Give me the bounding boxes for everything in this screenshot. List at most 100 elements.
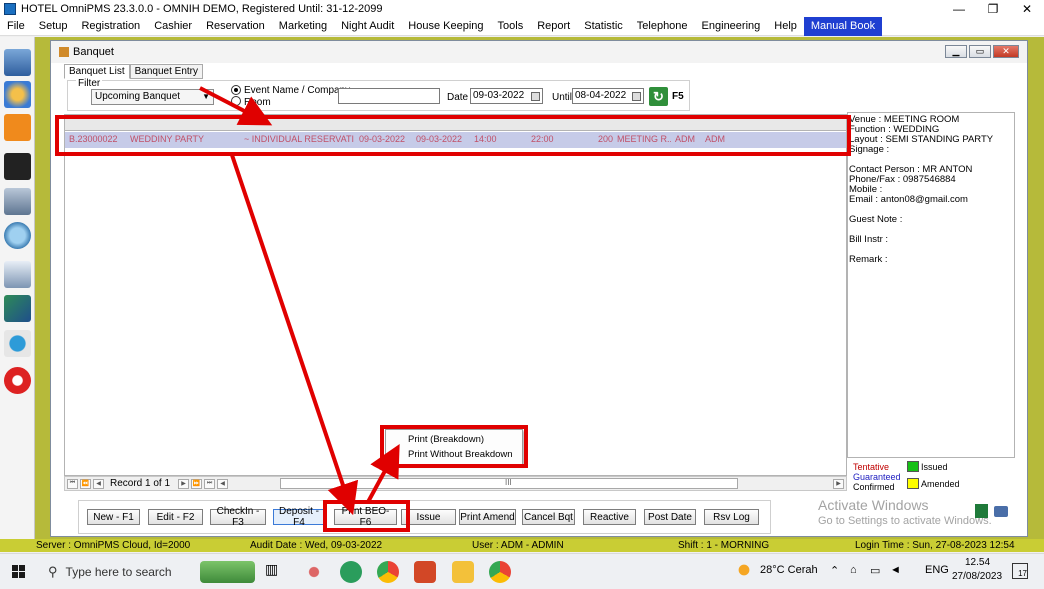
banquet-minimize-button[interactable]: ▁ xyxy=(945,45,967,58)
menu-help[interactable]: Help xyxy=(767,17,804,36)
status-server: Server : OmniPMS Cloud, Id=2000 xyxy=(36,540,191,551)
new-button[interactable]: New - F1 xyxy=(87,509,140,525)
menu-file[interactable]: File xyxy=(0,17,32,36)
task-view-icon[interactable]: ▥ xyxy=(265,561,287,583)
menu-manual-book[interactable]: Manual Book xyxy=(803,16,883,36)
banquet-close-button[interactable]: ✕ xyxy=(993,45,1019,58)
horizontal-scrollbar[interactable]: III xyxy=(280,478,738,489)
activate-windows-title: Activate Windows xyxy=(818,497,929,513)
powerpoint-icon[interactable] xyxy=(414,561,436,583)
menu-print-breakdown[interactable]: Print (Breakdown) xyxy=(408,434,484,445)
windows-start-icon[interactable] xyxy=(12,565,26,579)
banquet-restore-button[interactable]: ▭ xyxy=(969,45,991,58)
table-row[interactable]: B.23000022 WEDDINY PARTY ~ INDIVIDUAL RE… xyxy=(65,132,846,148)
app-omni-icon[interactable] xyxy=(340,561,362,583)
scroll-left-icon[interactable]: ◀ xyxy=(217,478,229,489)
banquet-grid[interactable]: B.23000022 WEDDINY PARTY ~ INDIVIDUAL RE… xyxy=(64,114,847,476)
prev-page-icon[interactable]: ⏪ xyxy=(80,478,91,489)
menu-house-keeping[interactable]: House Keeping xyxy=(401,17,490,36)
until-value: 08-04-2022 xyxy=(575,90,627,101)
next-page-icon[interactable]: ⏩ xyxy=(191,478,203,489)
guests-icon[interactable] xyxy=(4,81,31,108)
excel-icon[interactable] xyxy=(975,504,988,518)
tray-time[interactable]: 12.54 xyxy=(965,557,990,568)
menu-engineering[interactable]: Engineering xyxy=(695,17,768,36)
tray-language[interactable]: ENG xyxy=(925,564,949,576)
checkin-button[interactable]: CheckIn - F3 xyxy=(210,506,266,528)
last-record-icon[interactable]: ⏭ xyxy=(204,478,216,489)
file-explorer-icon[interactable] xyxy=(452,561,474,583)
app-icon xyxy=(4,2,16,15)
chrome-icon[interactable] xyxy=(489,561,511,583)
status-shift: Shift : 1 - MORNING xyxy=(678,540,770,551)
cart-icon[interactable] xyxy=(4,261,31,288)
menu-cashier[interactable]: Cashier xyxy=(147,17,199,36)
tray-battery-icon[interactable]: ▭ xyxy=(870,564,880,577)
menu-registration[interactable]: Registration xyxy=(74,17,147,36)
cancel-banquet-button[interactable]: Cancel Bqt xyxy=(522,509,575,525)
tray-date[interactable]: 27/08/2023 xyxy=(952,571,1002,582)
report-icon[interactable] xyxy=(4,295,31,322)
menu-marketing[interactable]: Marketing xyxy=(272,17,334,36)
refresh-icon: ↻ xyxy=(653,88,664,104)
first-record-icon[interactable]: ⏮ xyxy=(67,478,78,489)
export-icon[interactable] xyxy=(994,506,1008,517)
menu-statistic[interactable]: Statistic xyxy=(577,17,630,36)
notification-icon[interactable]: 17 xyxy=(1012,563,1028,579)
search-input[interactable] xyxy=(338,88,440,104)
menu-setup[interactable]: Setup xyxy=(32,17,75,36)
deposit-button[interactable]: Deposit - F4 xyxy=(273,506,325,528)
chart-icon[interactable] xyxy=(4,330,31,357)
weather-icon[interactable] xyxy=(736,562,752,578)
prev-record-icon[interactable]: ◀ xyxy=(93,478,104,489)
tray-chevron-icon[interactable]: ⌃ xyxy=(830,564,839,577)
tab-banquet-entry[interactable]: Banquet Entry xyxy=(129,64,203,79)
until-label: Until xyxy=(552,92,573,103)
database-icon[interactable] xyxy=(4,188,31,215)
edit-button[interactable]: Edit - F2 xyxy=(148,509,203,525)
close-button[interactable]: ✕ xyxy=(1010,0,1044,17)
issue-button[interactable]: Issue xyxy=(401,509,456,525)
menu-report[interactable]: Report xyxy=(530,17,577,36)
print-beo-button[interactable]: Print BEO- F6 xyxy=(334,506,397,528)
print-amend-button[interactable]: Print Amend xyxy=(459,509,516,525)
filter-select[interactable]: Upcoming Banquet ▼ xyxy=(91,89,214,105)
organization-icon[interactable] xyxy=(4,114,31,141)
tab-banquet-list[interactable]: Banquet List xyxy=(64,64,130,79)
registration-icon[interactable] xyxy=(4,49,31,76)
reactive-button[interactable]: Reactive xyxy=(583,509,636,525)
cell-event: WEDDINY PARTY xyxy=(130,134,205,144)
app-pin-icon[interactable] xyxy=(303,561,325,583)
menu-reservation[interactable]: Reservation xyxy=(199,17,272,36)
scroll-right-icon[interactable]: ▶ xyxy=(833,478,844,489)
info-signage: Signage : xyxy=(849,144,890,155)
legend-guaranteed: Guaranteed xyxy=(853,472,901,482)
status-login-time: Login Time : Sun, 27-08-2023 12:54 xyxy=(855,540,1015,551)
radio-event-name[interactable] xyxy=(231,85,241,95)
calendar-picker-icon[interactable] xyxy=(632,92,641,101)
cell-venue: MEETING R... xyxy=(617,134,671,144)
rooms-icon[interactable] xyxy=(4,222,31,249)
reservation-log-button[interactable]: Rsv Log xyxy=(704,509,759,525)
menu-print-without-breakdown[interactable]: Print Without Breakdown xyxy=(408,449,513,460)
minimize-button[interactable]: — xyxy=(942,0,976,17)
menu-night-audit[interactable]: Night Audit xyxy=(334,17,401,36)
power-icon[interactable] xyxy=(4,367,31,394)
tray-network-icon[interactable]: ⌂ xyxy=(850,564,857,576)
info-bill-instr: Bill Instr : xyxy=(849,234,889,245)
calendar-icon[interactable] xyxy=(4,153,31,180)
menu-telephone[interactable]: Telephone xyxy=(630,17,695,36)
title-bar: HOTEL OmniPMS 23.3.0.0 - OMNIH DEMO, Reg… xyxy=(0,0,1044,17)
menu-tools[interactable]: Tools xyxy=(491,17,531,36)
radio-room[interactable] xyxy=(231,96,241,106)
calendar-picker-icon[interactable] xyxy=(531,92,540,101)
next-record-icon[interactable]: ▶ xyxy=(178,478,190,489)
post-date-button[interactable]: Post Date xyxy=(644,509,696,525)
restore-button[interactable]: ❐ xyxy=(976,0,1010,17)
refresh-button[interactable]: ↻ xyxy=(649,87,668,106)
tray-speaker-icon[interactable]: ◄ xyxy=(890,564,901,576)
activate-windows-subtitle: Go to Settings to activate Windows. xyxy=(818,515,992,527)
chrome-icon[interactable] xyxy=(377,561,399,583)
date-label: Date xyxy=(447,92,469,103)
weather-text[interactable]: 28°C Cerah xyxy=(760,564,818,576)
